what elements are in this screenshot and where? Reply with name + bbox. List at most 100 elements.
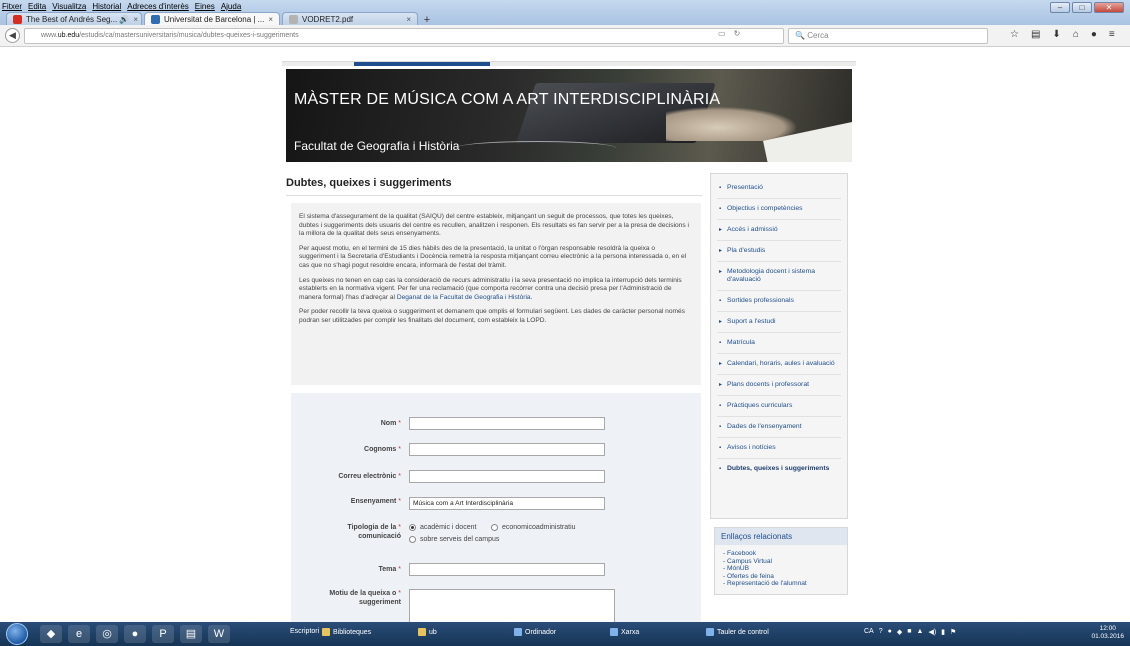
computer-icon [514, 628, 522, 636]
radio-academic[interactable]: acadèmic i docent [409, 524, 476, 531]
tab-close-button[interactable]: × [268, 15, 273, 24]
pdf-icon [289, 15, 298, 24]
navigation-bar: ◀ www.ub.edu/estudis/ca/mastersuniversit… [0, 25, 1130, 47]
sidebar-item-presentacio[interactable]: ▪ Presentació [717, 178, 841, 199]
sidebar-item-plans-docents[interactable]: ▸ Plans docents i professorat [717, 375, 841, 396]
back-button[interactable]: ◀ [5, 28, 20, 43]
page-viewport[interactable]: MÀSTER DE MÚSICA COM A ART INTERDISCIPLI… [0, 47, 1130, 622]
complaint-form: Nom * Cognoms * Correu electrònic * Ense… [291, 393, 701, 622]
maximize-button[interactable]: □ [1072, 2, 1092, 13]
volume-icon[interactable]: ◀) [928, 628, 936, 636]
dropbox-icon[interactable]: ◆ [40, 625, 62, 643]
flag-icon[interactable]: ⚑ [950, 628, 956, 636]
ub-icon [151, 15, 160, 24]
radio-serveis-dot[interactable] [409, 536, 416, 543]
taskbar-escriptori[interactable]: Escriptori [290, 628, 319, 635]
email-input[interactable] [409, 470, 605, 483]
tema-input[interactable] [409, 563, 605, 576]
powerpoint-icon[interactable]: P [152, 625, 174, 643]
tray-app-icon[interactable]: ▲ [917, 628, 924, 636]
radio-serveis[interactable]: sobre serveis del campus [409, 536, 499, 543]
home-icon[interactable]: ⌂ [1073, 29, 1079, 40]
sync-icon[interactable]: ● [1091, 29, 1097, 40]
start-button[interactable] [6, 623, 28, 645]
faculty-name: Facultat de Geografia i Història [294, 139, 460, 153]
network-tray-icon[interactable]: ▮ [941, 628, 945, 636]
url-prefix: www. [41, 32, 58, 39]
folder-icon [418, 628, 426, 636]
section-sidebar: ▪ Presentació ▪ Objectius i competències ▸… [710, 173, 848, 519]
explorer-icon[interactable]: ▤ [180, 625, 202, 643]
bookmarks-icon[interactable]: ▤ [1031, 29, 1040, 40]
youtube-icon [13, 15, 22, 24]
sidebar-item-objectius[interactable]: ▪ Objectius i competències [717, 199, 841, 220]
cognoms-input[interactable] [409, 443, 605, 456]
sidebar-item-dubtes[interactable]: ▪ Dubtes, queixes i suggeriments [717, 459, 841, 479]
tab-youtube[interactable]: The Best of Andrés Seg... 🔊 × [6, 12, 142, 26]
word-icon[interactable]: W [208, 625, 230, 643]
url-bar[interactable]: www.ub.edu/estudis/ca/mastersuniversitar… [24, 28, 784, 44]
taskbar-xarxa[interactable]: Xarxa [610, 628, 639, 636]
sidebar-item-avisos[interactable]: ▪ Avisos i notícies [717, 438, 841, 459]
taskbar-tauler[interactable]: Tauler de control [706, 628, 769, 636]
close-window-button[interactable]: ✕ [1094, 2, 1124, 13]
system-tray: CA ? ● ◆ ■ ▲ ◀) ▮ ⚑ [864, 628, 956, 636]
taskbar-ub[interactable]: ub [418, 628, 437, 636]
tab-title: The Best of Andrés Seg... 🔊 [26, 15, 130, 24]
tab-ub[interactable]: Universitat de Barcelona | ... × [144, 12, 280, 26]
internet-explorer-icon[interactable]: e [68, 625, 90, 643]
taskbar-ordinador[interactable]: Ordinador [514, 628, 556, 636]
sidebar-item-suport[interactable]: ▸ Suport a l'estudi [717, 312, 841, 333]
related-link-ofertes[interactable]: - Ofertes de feina [723, 573, 839, 581]
deganat-link[interactable]: Deganat de la Facultat de Geografia i Hi… [397, 294, 531, 301]
sidebar-item-metodologia[interactable]: ▸ Metodologia docent i sistema d'avaluaci… [717, 262, 841, 291]
ensenyament-label: Ensenyament * [350, 498, 401, 505]
chrome-icon[interactable]: ◎ [96, 625, 118, 643]
sidebar-item-practiques[interactable]: ▪ Pràctiques curriculars [717, 396, 841, 417]
related-link-campus-virtual[interactable]: - Campus Virtual [723, 558, 839, 566]
search-input[interactable]: 🔍 Cerca [788, 28, 988, 44]
tray-app-icon[interactable]: ■ [907, 628, 911, 636]
taskbar-biblioteques[interactable]: Biblioteques [322, 628, 371, 636]
active-nav-indicator [354, 62, 490, 66]
firefox-icon[interactable]: ● [124, 625, 146, 643]
windows-taskbar: ◆ e ◎ ● P ▤ W Escriptori Biblioteques ub… [0, 622, 1130, 646]
sidebar-item-calendari[interactable]: ▸ Calendari, horaris, aules i avaluació [717, 354, 841, 375]
tray-app-icon[interactable]: ◆ [897, 628, 902, 636]
ensenyament-input[interactable]: Música com a Art Interdisciplinària [409, 497, 605, 510]
related-link-facebook[interactable]: - Facebook [723, 550, 839, 558]
email-label: Correu electrònic * [338, 473, 401, 480]
sidebar-item-sortides[interactable]: ▪ Sortides professionals [717, 291, 841, 312]
clock-time: 12:00 [1099, 625, 1116, 632]
tab-close-button[interactable]: × [133, 15, 138, 24]
tema-label: Tema * [378, 566, 401, 573]
language-indicator[interactable]: CA [864, 628, 874, 636]
minimize-button[interactable]: – [1050, 2, 1070, 13]
related-link-monub[interactable]: - MónUB [723, 565, 839, 573]
sidebar-item-matricula[interactable]: ▪ Matrícula [717, 333, 841, 354]
reader-icon[interactable]: ▭ [718, 29, 726, 38]
sidebar-item-acces[interactable]: ▸ Accés i admissió [717, 220, 841, 241]
intro-paragraph: Les queixes no tenen en cap cas la consi… [299, 277, 693, 303]
star-icon[interactable]: ☆ [1010, 29, 1019, 40]
nom-input[interactable] [409, 417, 605, 430]
help-icon[interactable]: ? [879, 628, 883, 636]
nom-label: Nom * [380, 420, 401, 427]
tab-close-button[interactable]: × [406, 15, 411, 24]
system-clock[interactable]: 12:00 01.03.2016 [1091, 625, 1124, 641]
folder-icon [322, 628, 330, 636]
radio-economic[interactable]: economicoadministratiu [491, 524, 576, 531]
tab-pdf[interactable]: VODRET2.pdf × [282, 12, 418, 26]
reload-icon[interactable]: ↻ [734, 29, 741, 38]
download-icon[interactable]: ⬇ [1052, 29, 1060, 40]
motiu-textarea[interactable] [409, 589, 615, 622]
toolbar-icons: ☆ ▤ ⬇ ⌂ ● ≡ [1010, 29, 1115, 40]
related-link-representacio[interactable]: - Representació de l'alumnat [723, 580, 839, 588]
sidebar-item-dades[interactable]: ▪ Dades de l'ensenyament [717, 417, 841, 438]
menu-icon[interactable]: ≡ [1109, 29, 1115, 40]
radio-economic-dot[interactable] [491, 524, 498, 531]
radio-academic-checked[interactable] [409, 524, 416, 531]
search-placeholder: Cerca [807, 31, 829, 40]
sidebar-item-pla-estudis[interactable]: ▸ Pla d'estudis [717, 241, 841, 262]
tray-app-icon[interactable]: ● [888, 628, 892, 636]
